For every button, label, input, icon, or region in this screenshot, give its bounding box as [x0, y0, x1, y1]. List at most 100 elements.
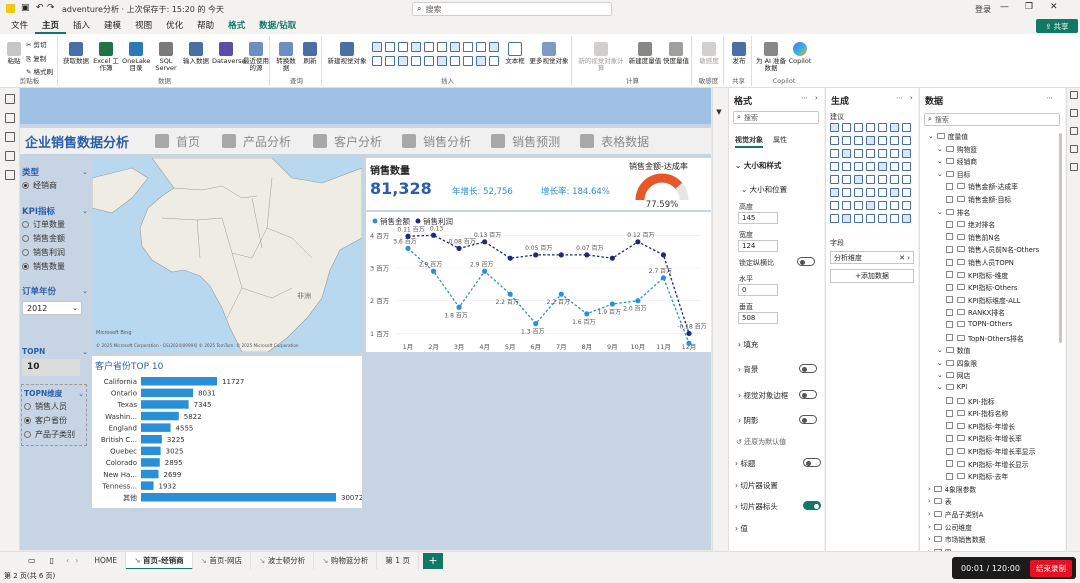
- data-point[interactable]: [558, 291, 564, 297]
- visual-thumb-icon[interactable]: [398, 56, 408, 66]
- tree-item[interactable]: KPI指标维度-ALL: [946, 295, 1020, 305]
- chevron-down-icon[interactable]: ⌄: [82, 348, 88, 356]
- signin-link[interactable]: 登录: [975, 4, 991, 15]
- visual-type-icon[interactable]: [830, 201, 839, 210]
- bar[interactable]: [141, 446, 161, 456]
- visual-type-icon[interactable]: [842, 175, 851, 184]
- chevron-right-icon[interactable]: ›: [928, 497, 931, 505]
- bar[interactable]: [141, 411, 179, 421]
- visual-type-icon[interactable]: [866, 123, 875, 132]
- visual-type-icon[interactable]: [902, 123, 911, 132]
- visual-type-icon[interactable]: [842, 201, 851, 210]
- menu-item-1[interactable]: 主页: [35, 18, 67, 34]
- new-visual-calc-button[interactable]: 新的视觉对象计算: [576, 42, 626, 72]
- tree-item[interactable]: KPI指标-年增长率显示: [946, 446, 1035, 456]
- visual-type-icon[interactable]: [854, 149, 863, 158]
- chevron-down-icon[interactable]: ⌄: [82, 287, 88, 295]
- slicer-option[interactable]: 销售利润: [22, 245, 88, 259]
- visual-thumb-icon[interactable]: [385, 42, 395, 52]
- chevron-down-icon[interactable]: ⌄: [937, 383, 943, 391]
- size-pos-section[interactable]: ⌄ 大小和位置: [741, 184, 787, 195]
- more-visuals-button[interactable]: 更多视觉对象: [528, 42, 570, 65]
- paste-button[interactable]: 粘贴: [6, 42, 22, 65]
- tree-item[interactable]: ⌄ 度量值: [928, 131, 968, 141]
- menu-item-0[interactable]: 文件: [4, 18, 35, 34]
- filters-collapsed[interactable]: ▼: [712, 88, 727, 551]
- visual-type-icon[interactable]: [842, 188, 851, 197]
- tree-item[interactable]: ⌄ KPI: [937, 383, 967, 391]
- dax-query-icon[interactable]: [4, 151, 15, 161]
- visual-type-icon[interactable]: [890, 162, 899, 171]
- data-point[interactable]: [584, 252, 590, 258]
- page-tab-0[interactable]: HOME: [86, 551, 127, 570]
- remove-icon[interactable]: ✕ ›: [899, 254, 910, 262]
- visual-type-icon[interactable]: [902, 214, 911, 223]
- more-icon[interactable]: ⋯: [1046, 94, 1053, 102]
- cut-button[interactable]: ✂ 剪切: [26, 42, 47, 49]
- bar[interactable]: [141, 423, 171, 432]
- visual-thumb-icon[interactable]: [463, 42, 473, 52]
- nav-item-4[interactable]: 销售预测: [491, 133, 560, 150]
- page-tab-2[interactable]: ↘ 首页-网店: [193, 551, 252, 570]
- nav-item-5[interactable]: 表格数据: [580, 133, 649, 150]
- data-point[interactable]: [533, 252, 539, 258]
- chevron-left-icon[interactable]: ‹: [66, 556, 69, 565]
- chevron-right-icon[interactable]: ⌄: [928, 132, 934, 140]
- tab-properties[interactable]: 属性: [773, 135, 787, 145]
- data-icon[interactable]: [1069, 91, 1078, 99]
- visual-type-icon[interactable]: [878, 136, 887, 145]
- visual-type-icon[interactable]: [830, 149, 839, 158]
- tree-item[interactable]: 销售人员TOPN: [946, 257, 1014, 267]
- data-point[interactable]: [507, 291, 513, 297]
- menu-item-5[interactable]: 优化: [159, 18, 190, 34]
- slicer-settings-section[interactable]: › 切片器设置: [735, 480, 778, 491]
- more-icon[interactable]: ⋯: [896, 94, 903, 102]
- data-source-button-5[interactable]: Dataverse: [212, 42, 245, 65]
- checkbox-icon[interactable]: [946, 422, 953, 430]
- visual-icon[interactable]: [1069, 109, 1078, 117]
- visual-type-icon[interactable]: [902, 188, 911, 197]
- visual-type-icon[interactable]: [866, 188, 875, 197]
- menu-item-3[interactable]: 建模: [97, 18, 128, 34]
- visual-thumb-icon[interactable]: [463, 56, 473, 66]
- tree-item[interactable]: KPI指标-年增长率: [946, 433, 1022, 443]
- tree-item[interactable]: ⌄ 四象限: [937, 358, 977, 368]
- copy-button[interactable]: ⎘ 复制: [26, 56, 46, 63]
- tree-item[interactable]: RANKX排名: [946, 307, 1005, 317]
- visual-type-icon[interactable]: [902, 175, 911, 184]
- visual-thumb-icon[interactable]: [372, 42, 382, 52]
- maximize-icon[interactable]: ❐: [1025, 2, 1033, 12]
- visual-type-icon[interactable]: [890, 123, 899, 132]
- slicer-header-toggle[interactable]: [803, 501, 821, 510]
- nav-item-3[interactable]: 销售分析: [402, 133, 471, 150]
- checkbox-icon[interactable]: [946, 397, 953, 405]
- slicer-header-section[interactable]: › 切片器标头: [735, 501, 778, 512]
- visual-type-icon[interactable]: [890, 175, 899, 184]
- horizontal-input[interactable]: 0: [738, 284, 778, 296]
- visual-type-icon[interactable]: [866, 214, 875, 223]
- share-button[interactable]: ⇪ 共享: [1036, 19, 1078, 33]
- search-box[interactable]: ⌕ 搜索: [412, 2, 612, 16]
- data-point[interactable]: [456, 245, 462, 251]
- tree-item[interactable]: 销售金额-达成率: [946, 181, 1018, 191]
- chevron-down-icon[interactable]: ⌄: [82, 168, 88, 176]
- chevron-right-icon[interactable]: ›: [928, 485, 931, 493]
- slicer-option[interactable]: 销售金额: [22, 231, 88, 245]
- mobile-layout-icon[interactable]: ▯: [50, 556, 54, 565]
- menu-item-8[interactable]: 数据/钻取: [252, 18, 303, 34]
- chevron-down-icon[interactable]: ⌄: [937, 346, 943, 354]
- checkbox-icon[interactable]: [946, 320, 953, 328]
- table-view-icon[interactable]: [4, 113, 15, 123]
- visual-thumb-icon[interactable]: [437, 56, 447, 66]
- minimize-icon[interactable]: —: [1000, 2, 1009, 12]
- chevron-right-icon[interactable]: ›: [928, 510, 931, 518]
- bar[interactable]: [141, 481, 154, 490]
- checkbox-icon[interactable]: [946, 245, 953, 253]
- data-point[interactable]: [507, 255, 513, 261]
- nav-item-1[interactable]: 产品分析: [222, 133, 291, 150]
- checkbox-icon[interactable]: [946, 460, 953, 468]
- checkbox-icon[interactable]: [946, 409, 953, 417]
- visual-type-icon[interactable]: [878, 201, 887, 210]
- visual-thumb-icon[interactable]: [476, 56, 486, 66]
- bar[interactable]: [141, 458, 160, 467]
